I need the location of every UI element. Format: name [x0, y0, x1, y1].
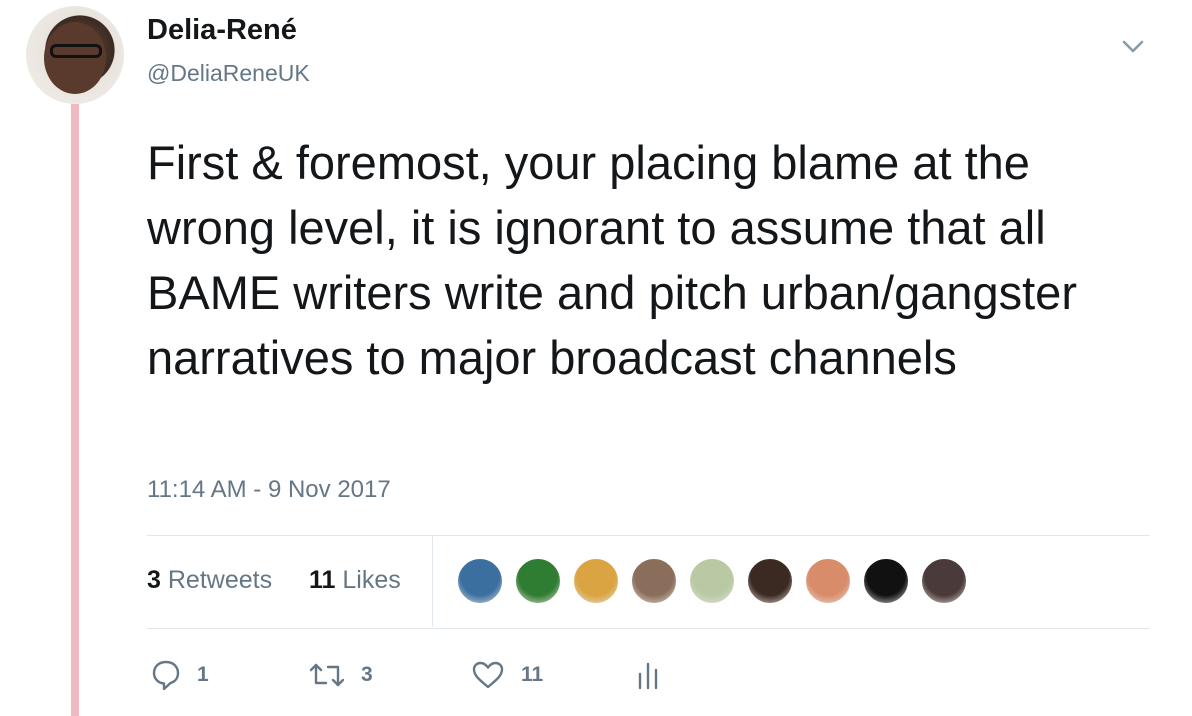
liker-avatar-3[interactable] — [572, 557, 620, 605]
chevron-down-icon[interactable] — [1122, 40, 1144, 54]
liker-avatar-2[interactable] — [514, 557, 562, 605]
author-avatar[interactable] — [26, 6, 124, 104]
liker-avatar-1[interactable] — [456, 557, 504, 605]
retweet-count: 3 — [361, 663, 373, 686]
likes-label: Likes — [342, 566, 401, 594]
liker-avatar-5[interactable] — [688, 557, 736, 605]
avatar-face — [44, 22, 106, 94]
liker-avatar-6[interactable] — [746, 557, 794, 605]
reply-icon — [152, 660, 180, 691]
author-display-name[interactable]: Delia-René — [147, 14, 297, 47]
analytics-action[interactable] — [637, 658, 659, 692]
like-action[interactable]: 11 — [471, 658, 543, 692]
liker-avatar-4[interactable] — [630, 557, 678, 605]
avatar-glasses — [50, 44, 102, 58]
divider-top — [147, 535, 1150, 536]
tweet-timestamp[interactable]: 11:14 AM - 9 Nov 2017 — [147, 476, 391, 504]
retweets-label: Retweets — [167, 566, 273, 594]
heart-icon — [472, 661, 504, 689]
likes-stat[interactable]: 11 Likes — [309, 566, 401, 595]
retweet-icon — [309, 663, 345, 687]
stats-separator — [432, 535, 433, 627]
divider-bottom — [147, 628, 1150, 629]
retweets-count: 3 — [147, 566, 161, 594]
liker-avatar-9[interactable] — [920, 557, 968, 605]
liker-avatar-7[interactable] — [804, 557, 852, 605]
likes-count: 11 — [309, 566, 336, 594]
tweet-text: First & foremost, your placing blame at … — [147, 136, 1077, 384]
author-handle[interactable]: @DeliaReneUK — [147, 60, 310, 87]
liker-avatar-8[interactable] — [862, 557, 910, 605]
retweets-stat[interactable]: 3 Retweets — [147, 566, 272, 595]
retweet-action[interactable]: 3 — [309, 658, 373, 692]
like-count: 11 — [521, 663, 544, 686]
thread-line — [71, 104, 79, 716]
analytics-icon — [638, 662, 658, 690]
reply-count: 1 — [197, 663, 209, 686]
reply-action[interactable]: 1 — [151, 658, 209, 692]
